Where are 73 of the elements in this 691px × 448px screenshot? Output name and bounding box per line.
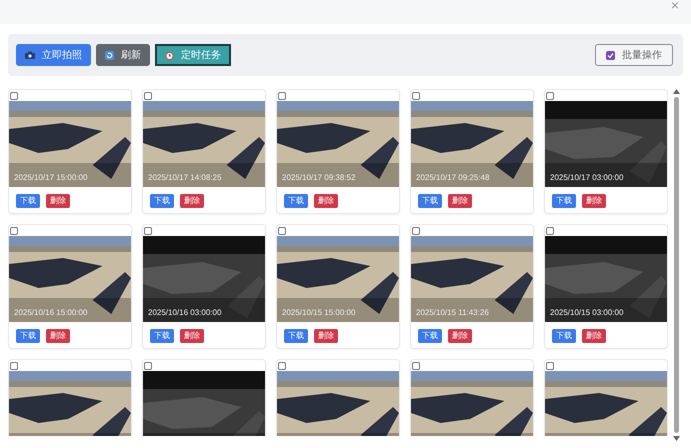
- timestamp: 2025/10/15 11:43:26: [416, 309, 489, 317]
- checkbox[interactable]: [546, 92, 554, 100]
- solar-field-photo-drawing[interactable]: [9, 101, 131, 187]
- solar-field-photo-drawing[interactable]: [277, 236, 399, 322]
- night-solar-field-photo-drawing[interactable]: [545, 101, 667, 187]
- download-button[interactable]: 下载: [552, 329, 576, 343]
- solar-field-photo-drawing[interactable]: [277, 371, 399, 436]
- checkbox[interactable]: [144, 227, 152, 235]
- download-button[interactable]: 下载: [284, 194, 308, 208]
- solar-field-photo-drawing[interactable]: [545, 371, 667, 436]
- delete-button[interactable]: 删除: [46, 194, 70, 208]
- checkbox[interactable]: [546, 227, 554, 235]
- checkbox[interactable]: [278, 362, 286, 370]
- solar-field-photo-drawing[interactable]: [143, 101, 265, 187]
- download-button[interactable]: 下载: [418, 329, 442, 343]
- delete-button[interactable]: 删除: [582, 194, 606, 208]
- checkbox[interactable]: [412, 362, 420, 370]
- checkbox[interactable]: [412, 227, 420, 235]
- checkbox[interactable]: [144, 92, 152, 100]
- checkbox[interactable]: [10, 227, 18, 235]
- timestamp: 2025/10/16 15:00:00: [14, 309, 88, 317]
- download-button[interactable]: 下载: [150, 194, 174, 208]
- schedule-button[interactable]: 定时任务: [155, 44, 231, 66]
- timestamp: 2025/10/17 15:00:00: [14, 174, 88, 182]
- download-button[interactable]: 下载: [418, 194, 442, 208]
- download-button[interactable]: 下载: [284, 329, 308, 343]
- delete-button[interactable]: 删除: [448, 194, 472, 208]
- solar-field-photo-drawing[interactable]: [9, 236, 131, 322]
- solar-field-photo-drawing[interactable]: [411, 236, 533, 322]
- checkbox[interactable]: [606, 50, 615, 60]
- checkbox[interactable]: [10, 362, 18, 370]
- refresh-button[interactable]: 刷新: [96, 44, 150, 66]
- solar-field-photo-drawing[interactable]: [277, 101, 399, 187]
- download-button[interactable]: 下载: [16, 194, 40, 208]
- download-button[interactable]: 下载: [552, 194, 576, 208]
- scrollbar[interactable]: [672, 89, 681, 441]
- solar-field-photo-drawing[interactable]: [411, 101, 533, 187]
- scroll-down-icon[interactable]: [673, 436, 680, 441]
- night-solar-field-photo-drawing[interactable]: [143, 371, 265, 436]
- timestamp: 2025/10/15 03:00:00: [550, 309, 624, 317]
- checkbox[interactable]: [278, 227, 286, 235]
- night-solar-field-photo-drawing[interactable]: [545, 236, 667, 322]
- timestamp: 2025/10/16 03:00:00: [148, 309, 222, 317]
- delete-button[interactable]: 删除: [314, 194, 338, 208]
- timestamp: 2025/10/17 14:08:25: [148, 174, 222, 182]
- solar-field-photo-drawing[interactable]: [9, 371, 131, 436]
- batch-operation-button[interactable]: 批量操作: [595, 44, 673, 66]
- timestamp: 2025/10/17 09:38:52: [282, 174, 356, 182]
- timestamp: 2025/10/17 03:00:00: [550, 174, 624, 182]
- download-button[interactable]: 下载: [16, 329, 40, 343]
- download-button[interactable]: 下载: [150, 329, 174, 343]
- capture-button[interactable]: 立即拍照: [16, 44, 91, 66]
- checkbox[interactable]: [144, 362, 152, 370]
- solar-field-photo-drawing[interactable]: [411, 371, 533, 436]
- scrollbar-thumb[interactable]: [674, 97, 679, 433]
- refresh-icon: [105, 50, 114, 60]
- close-button[interactable]: ×: [670, 0, 679, 12]
- timestamp: 2025/10/17 09:25:48: [416, 174, 490, 182]
- timestamp: 2025/10/15 15:00:00: [282, 309, 356, 317]
- delete-button[interactable]: 删除: [46, 329, 70, 343]
- checkbox[interactable]: [278, 92, 286, 100]
- checkbox[interactable]: [10, 92, 18, 100]
- delete-button[interactable]: 删除: [582, 329, 606, 343]
- delete-button[interactable]: 删除: [180, 329, 204, 343]
- checkbox[interactable]: [546, 362, 554, 370]
- camera-icon: [25, 51, 35, 59]
- alarm-clock-icon: [165, 50, 174, 60]
- checkbox[interactable]: [412, 92, 420, 100]
- night-solar-field-photo-drawing[interactable]: [143, 236, 265, 322]
- delete-button[interactable]: 删除: [180, 194, 204, 208]
- delete-button[interactable]: 删除: [448, 329, 472, 343]
- delete-button[interactable]: 删除: [314, 329, 338, 343]
- scroll-up-icon[interactable]: [673, 89, 680, 94]
